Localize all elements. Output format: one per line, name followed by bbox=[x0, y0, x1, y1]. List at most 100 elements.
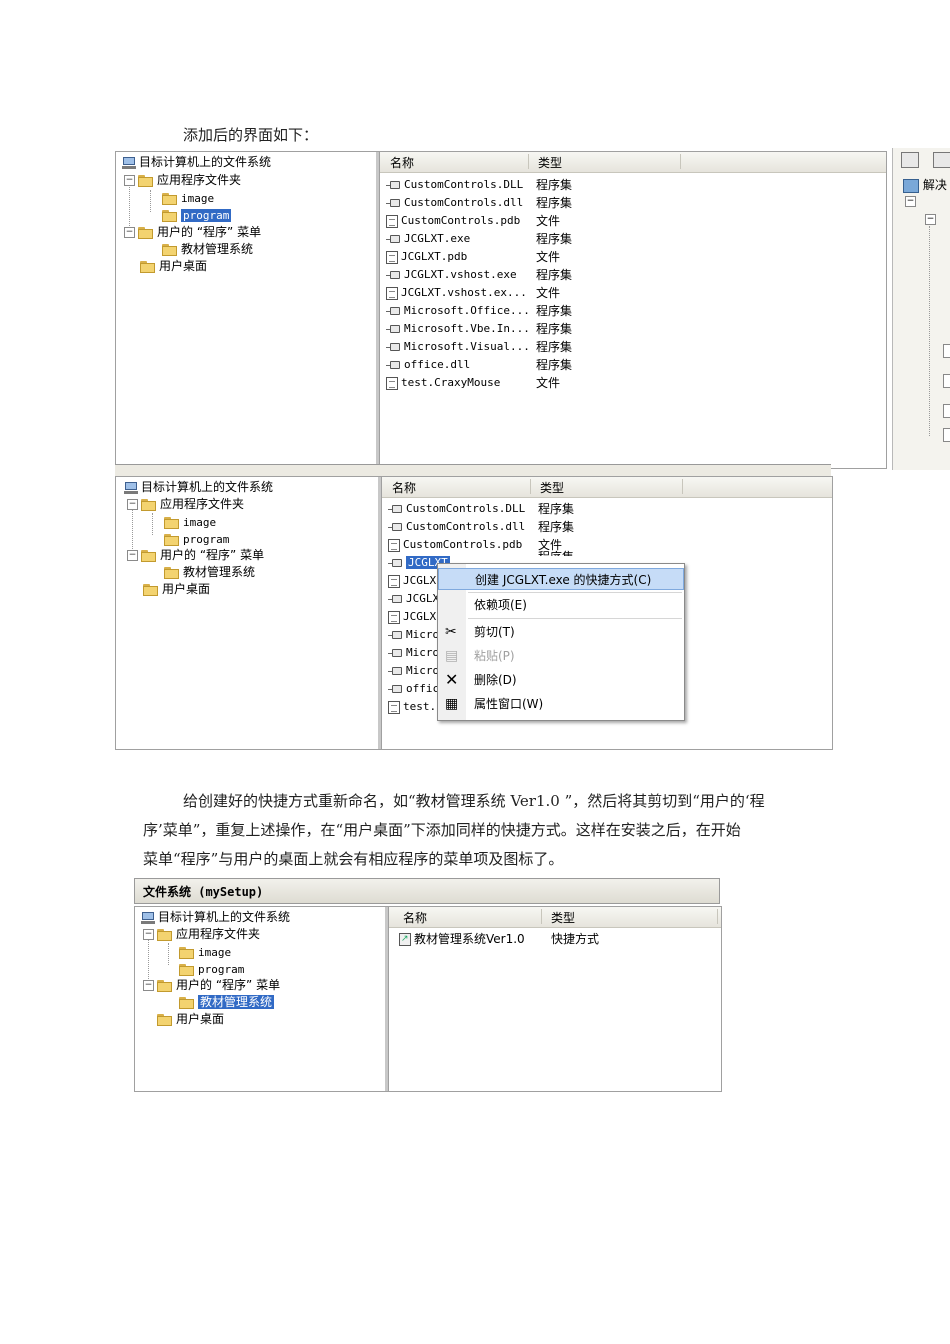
tree-jcgl[interactable]: 教材管理系统 bbox=[179, 994, 275, 1011]
folder-icon bbox=[162, 243, 178, 256]
collapse-icon[interactable]: − bbox=[925, 214, 936, 225]
menu-properties[interactable]: ▦ 属性窗口(W) bbox=[438, 693, 684, 715]
scissors-icon: ✂ bbox=[445, 624, 457, 640]
folder-icon bbox=[164, 516, 180, 529]
menu-paste[interactable]: ▤ 粘贴(P) bbox=[438, 645, 684, 667]
list-pane: 名称 类型 CustomControls.DLL 程序集 CustomContro… bbox=[379, 152, 886, 468]
document-icon bbox=[386, 250, 398, 264]
assembly-icon bbox=[388, 648, 403, 658]
assembly-icon bbox=[388, 504, 403, 514]
instruction-line-1: 给创建好的快捷方式重新命名，如“教材管理系统 Ver1.0 ”，然后将其剪切到“… bbox=[183, 792, 765, 810]
collapse-icon[interactable]: − bbox=[905, 196, 916, 207]
toolbar-icon[interactable] bbox=[901, 152, 919, 168]
document-icon bbox=[386, 376, 398, 390]
file-icon bbox=[943, 404, 950, 418]
file-icon bbox=[943, 374, 950, 388]
document-icon bbox=[388, 700, 400, 714]
computer-icon bbox=[122, 156, 136, 169]
open-folder-icon bbox=[164, 533, 180, 546]
intro-text: 添加后的界面如下： bbox=[183, 126, 319, 144]
tree-root[interactable]: 目标计算机上的文件系统 bbox=[122, 154, 271, 171]
tree-root[interactable]: 目标计算机上的文件系统 bbox=[124, 479, 273, 496]
assembly-icon bbox=[386, 234, 401, 244]
collapse-icon[interactable]: − bbox=[127, 499, 138, 510]
assembly-icon bbox=[386, 198, 401, 208]
context-menu: 创建 JCGLXT.exe 的快捷方式(C) 依赖项(E) ✂ 剪切(T) ▤ 粘贴… bbox=[437, 563, 685, 721]
tree-image[interactable]: image bbox=[164, 514, 216, 531]
assembly-icon bbox=[386, 342, 401, 352]
collapse-icon[interactable]: − bbox=[127, 550, 138, 561]
shortcut-row[interactable]: 教材管理系统Ver1.0 快捷方式 bbox=[399, 930, 721, 948]
open-folder-icon bbox=[162, 209, 178, 222]
file-system-tab: 文件系统 (mySetup) bbox=[134, 878, 720, 904]
open-folder-icon bbox=[179, 996, 195, 1009]
col-name-header[interactable]: 名称 bbox=[390, 154, 414, 171]
list-header: 名称 类型 bbox=[380, 152, 886, 173]
tree-root[interactable]: 目标计算机上的文件系统 bbox=[141, 909, 290, 926]
list-pane: 名称 类型 教材管理系统Ver1.0 快捷方式 bbox=[388, 907, 721, 1091]
properties-icon: ▦ bbox=[445, 696, 459, 712]
file-system-editor-1: 目标计算机上的文件系统 − 应用程序文件夹 image program − 用户的 … bbox=[115, 151, 887, 469]
assembly-icon bbox=[388, 684, 403, 694]
tree-image[interactable]: image bbox=[162, 190, 214, 207]
folder-icon bbox=[138, 226, 154, 239]
col-type-header[interactable]: 类型 bbox=[551, 909, 575, 926]
menu-create-shortcut[interactable]: 创建 JCGLXT.exe 的快捷方式(C) bbox=[438, 568, 684, 590]
tree-jcgl[interactable]: 教材管理系统 bbox=[162, 241, 253, 258]
computer-icon bbox=[141, 911, 155, 924]
solution-explorer-strip: 解决 − − bbox=[892, 148, 950, 470]
tree-programs-menu[interactable]: − 用户的 “程序” 菜单 bbox=[143, 977, 280, 994]
menu-cut[interactable]: ✂ 剪切(T) bbox=[438, 621, 684, 643]
tree-pane: 目标计算机上的文件系统 − 应用程序文件夹 image program − 用户的 … bbox=[116, 152, 379, 468]
tree-desktop[interactable]: 用户桌面 bbox=[143, 581, 210, 598]
paste-icon: ▤ bbox=[445, 648, 459, 664]
folder-icon bbox=[157, 928, 173, 941]
instruction-line-2: 序’菜单”，重复上述操作，在“用户桌面”下添加同样的快捷方式。这样在安装之后，在… bbox=[143, 821, 741, 839]
tree-program[interactable]: program bbox=[179, 961, 244, 978]
document-icon bbox=[388, 610, 400, 624]
tree-app-folder[interactable]: − 应用程序文件夹 bbox=[127, 496, 244, 513]
assembly-icon bbox=[388, 630, 403, 640]
tree-image[interactable]: image bbox=[179, 944, 231, 961]
tree-program[interactable]: program bbox=[162, 207, 232, 224]
col-name-header[interactable]: 名称 bbox=[392, 479, 416, 496]
tree-app-folder[interactable]: − 应用程序文件夹 bbox=[143, 926, 260, 943]
folder-icon bbox=[141, 549, 157, 562]
folder-icon bbox=[141, 498, 157, 511]
document-icon bbox=[388, 574, 400, 588]
file-icon bbox=[943, 344, 950, 358]
tab-title[interactable]: 文件系统 (mySetup) bbox=[143, 883, 263, 900]
file-system-editor-2: 目标计算机上的文件系统 − 应用程序文件夹 image program − 用户的 … bbox=[115, 476, 833, 750]
col-name-header[interactable]: 名称 bbox=[403, 909, 427, 926]
folder-icon bbox=[143, 583, 159, 596]
tree-program[interactable]: program bbox=[164, 531, 229, 548]
toolbar-icon[interactable] bbox=[933, 152, 950, 168]
collapse-icon[interactable]: − bbox=[143, 929, 154, 940]
shortcut-icon bbox=[399, 933, 411, 946]
menu-dependencies[interactable]: 依赖项(E) bbox=[438, 594, 684, 616]
tree-programs-menu[interactable]: − 用户的 “程序” 菜单 bbox=[124, 224, 261, 241]
solution-label: 解决 bbox=[903, 176, 947, 193]
assembly-icon bbox=[386, 180, 401, 190]
col-type-header[interactable]: 类型 bbox=[538, 154, 562, 171]
file-icon bbox=[943, 428, 950, 442]
tree-jcgl[interactable]: 教材管理系统 bbox=[164, 564, 255, 581]
tree-pane: 目标计算机上的文件系统 − 应用程序文件夹 image program − 用户的 … bbox=[135, 907, 388, 1091]
tree-desktop[interactable]: 用户桌面 bbox=[140, 258, 207, 275]
assembly-icon bbox=[388, 522, 403, 532]
collapse-icon[interactable]: − bbox=[143, 980, 154, 991]
folder-icon bbox=[138, 174, 154, 187]
assembly-icon bbox=[388, 558, 403, 568]
assembly-icon bbox=[386, 270, 401, 280]
tree-app-folder[interactable]: − 应用程序文件夹 bbox=[124, 172, 241, 189]
menu-delete[interactable]: ✕ 删除(D) bbox=[438, 669, 684, 691]
col-type-header[interactable]: 类型 bbox=[540, 479, 564, 496]
tree-programs-menu[interactable]: − 用户的 “程序” 菜单 bbox=[127, 547, 264, 564]
assembly-icon bbox=[386, 360, 401, 370]
instruction-line-3: 菜单“程序”与用户的桌面上就会有相应程序的菜单项及图标了。 bbox=[143, 850, 564, 868]
collapse-icon[interactable]: − bbox=[124, 227, 135, 238]
computer-icon bbox=[124, 481, 138, 494]
tree-desktop[interactable]: 用户桌面 bbox=[157, 1011, 224, 1028]
collapse-icon[interactable]: − bbox=[124, 175, 135, 186]
document-icon bbox=[386, 286, 398, 300]
